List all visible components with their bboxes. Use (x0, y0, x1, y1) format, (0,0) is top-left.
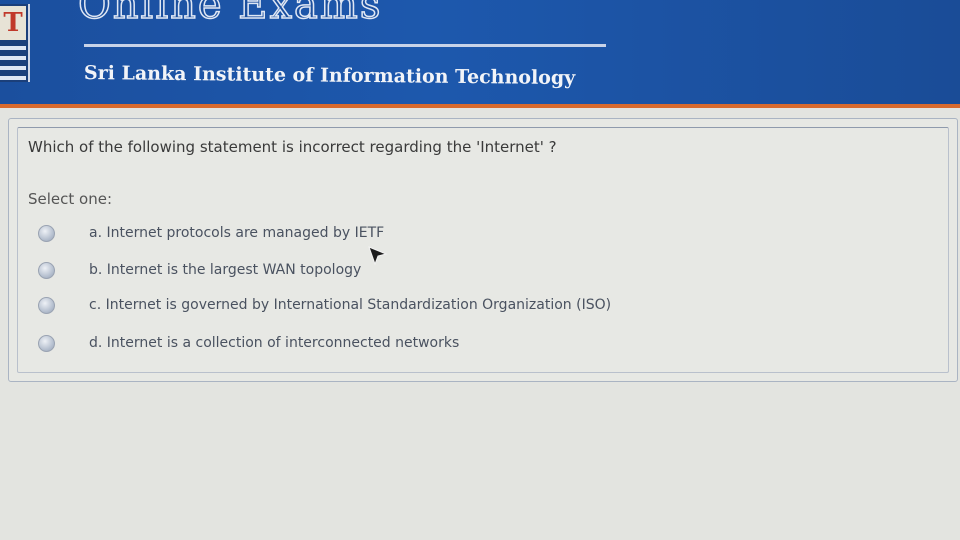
answer-option-label[interactable]: b. Internet is the largest WAN topology (89, 262, 361, 278)
question-text: Which of the following statement is inco… (28, 138, 557, 156)
site-header: T Online Exams Sri Lanka Institute of In… (0, 0, 960, 104)
radio-button-b[interactable] (38, 261, 55, 279)
radio-button-a[interactable] (38, 224, 55, 242)
radio-button-d[interactable] (38, 334, 55, 352)
answer-option-c[interactable]: c. Internet is governed by International… (38, 294, 611, 316)
select-one-label: Select one: (28, 190, 113, 208)
answer-option-d[interactable]: d. Internet is a collection of interconn… (38, 332, 459, 354)
header-accent-bar (0, 104, 960, 108)
answer-option-label[interactable]: c. Internet is governed by International… (89, 297, 611, 313)
answer-option-label[interactable]: d. Internet is a collection of interconn… (89, 335, 459, 351)
logo-letter: T (0, 6, 26, 40)
logo-stripe (0, 66, 26, 70)
logo-stripe (0, 76, 26, 80)
header-divider (84, 44, 606, 47)
answer-option-a[interactable]: a. Internet protocols are managed by IET… (38, 222, 384, 244)
answer-option-b[interactable]: b. Internet is the largest WAN topology (38, 259, 361, 281)
answer-option-label[interactable]: a. Internet protocols are managed by IET… (89, 225, 384, 241)
institute-logo: T (0, 4, 30, 82)
logo-stripe (0, 56, 26, 60)
site-title: Online Exams (77, 0, 383, 29)
mouse-pointer-icon (368, 246, 388, 266)
logo-stripe (0, 46, 26, 50)
radio-button-c[interactable] (38, 296, 55, 314)
institute-name: Sri Lanka Institute of Information Techn… (83, 62, 576, 90)
